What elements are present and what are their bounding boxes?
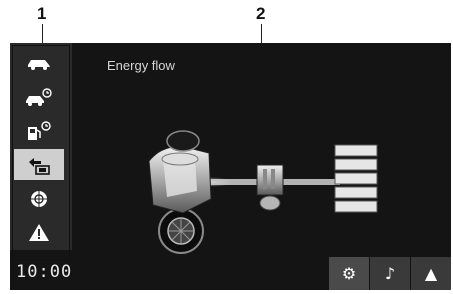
sidebar-item-car[interactable] [14,47,64,78]
media-button[interactable]: ♪ [370,257,410,290]
infotainment-screen: Energy flow 10:00 ⚙ ♪ ▲ [10,43,451,290]
callout-label-2: 2 [256,4,266,23]
navigation-button[interactable]: ▲ [411,257,451,290]
page-title: Energy flow [107,58,175,73]
sidebar-item-car-timer[interactable] [14,81,64,112]
energy-flow-diagram [148,130,378,254]
clock: 10:00 [16,262,73,282]
settings-button[interactable]: ⚙ [329,257,369,290]
car-timer-icon [26,87,52,106]
car-icon [28,59,50,70]
navigation-icon: ▲ [424,264,438,283]
sidebar-item-warning[interactable] [14,217,64,248]
callout-label-1: 1 [37,4,47,23]
music-note-icon: ♪ [384,264,396,283]
sidebar-item-fuel-timer[interactable] [14,115,64,146]
settings-icon: ⚙ [341,264,357,283]
sidebar-item-wheel[interactable] [14,183,64,214]
warning-icon [29,224,49,241]
wheel-icon [31,190,47,207]
fuel-timer-icon [28,120,51,140]
energy-flow-icon [29,157,50,175]
bottom-bar: ⚙ ♪ ▲ [328,257,451,290]
sidebar [10,43,72,250]
sidebar-item-energy-flow[interactable] [14,149,64,180]
